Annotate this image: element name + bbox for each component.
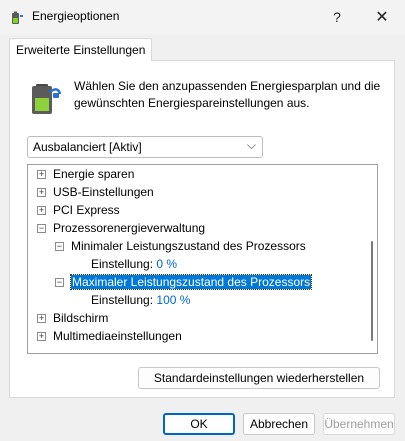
tree-item-label: PCI Express <box>53 203 120 217</box>
title-bar[interactable]: Energieoptionen ? ✕ <box>0 0 405 34</box>
expand-icon[interactable]: + <box>37 313 46 323</box>
tree-item-label: Bildschirm <box>53 311 109 325</box>
chevron-down-icon: ⌵ <box>246 138 256 152</box>
power-plan-select[interactable]: Ausbalanciert [Aktiv] ⌵ <box>27 136 263 158</box>
power-plan-value: Ausbalanciert [Aktiv] <box>33 140 142 154</box>
tree-item-max-setting[interactable]: Einstellung: 100 % <box>91 291 190 309</box>
restore-defaults-button[interactable]: Standardeinstellungen wiederherstellen <box>138 367 380 389</box>
collapse-icon[interactable]: − <box>55 241 64 251</box>
tree-item-usb-einstellungen[interactable]: + USB-Einstellungen <box>37 183 154 201</box>
setting-label: Einstellung: <box>91 257 154 271</box>
description-text: Wählen Sie den anzupassenden Energiespar… <box>74 79 381 110</box>
collapse-icon[interactable]: − <box>55 277 64 287</box>
power-options-dialog: Energieoptionen ? ✕ Erweiterte Einstellu… <box>0 0 405 441</box>
tree-item-label: Energie sparen <box>53 167 135 181</box>
tab-advanced-settings[interactable]: Erweiterte Einstellungen <box>9 38 153 61</box>
settings-tree[interactable]: + Energie sparen + USB-Einstellungen + P… <box>27 164 378 354</box>
battery-power-icon <box>32 84 62 114</box>
tree-item-label-selected: Maximaler Leistungszustand des Prozessor… <box>69 274 313 290</box>
window-title: Energieoptionen <box>32 9 120 23</box>
setting-label: Einstellung: <box>91 293 154 307</box>
expand-icon[interactable]: + <box>37 187 46 197</box>
tree-item-label: USB-Einstellungen <box>53 185 154 199</box>
ok-button[interactable]: OK <box>163 413 235 435</box>
tree-item-max-processor-state[interactable]: − Maximaler Leistungszustand des Prozess… <box>55 273 313 291</box>
close-button[interactable]: ✕ <box>359 0 405 34</box>
tree-item-min-setting[interactable]: Einstellung: 0 % <box>91 255 177 273</box>
tree-item-label: Prozessorenergieverwaltung <box>53 221 206 235</box>
setting-value-link[interactable]: 100 % <box>156 293 190 307</box>
vertical-scrollbar[interactable] <box>367 165 377 353</box>
help-button[interactable]: ? <box>314 0 360 34</box>
expand-icon[interactable]: + <box>37 331 46 341</box>
tree-item-prozessorenergieverwaltung[interactable]: − Prozessorenergieverwaltung <box>37 219 205 237</box>
tree-item-label: Multimediaeinstellungen <box>53 329 182 343</box>
tree-item-label: Minimaler Leistungszustand des Prozessor… <box>71 239 306 253</box>
tree-item-bildschirm[interactable]: + Bildschirm <box>37 309 108 327</box>
tree-item-min-processor-state[interactable]: − Minimaler Leistungszustand des Prozess… <box>55 237 306 255</box>
expand-icon[interactable]: + <box>37 205 46 215</box>
power-options-icon <box>12 11 23 24</box>
tree-item-energie-sparen[interactable]: + Energie sparen <box>37 165 134 183</box>
cancel-button[interactable]: Abbrechen <box>243 413 315 435</box>
tree-item-pci-express[interactable]: + PCI Express <box>37 201 120 219</box>
setting-value-link[interactable]: 0 % <box>156 257 177 271</box>
tree-item-multimediaeinstellungen[interactable]: + Multimediaeinstellungen <box>37 327 182 345</box>
apply-button[interactable]: Übernehmen <box>323 413 395 435</box>
scrollbar-thumb[interactable] <box>371 241 373 341</box>
expand-icon[interactable]: + <box>37 169 46 179</box>
collapse-icon[interactable]: − <box>37 223 46 233</box>
